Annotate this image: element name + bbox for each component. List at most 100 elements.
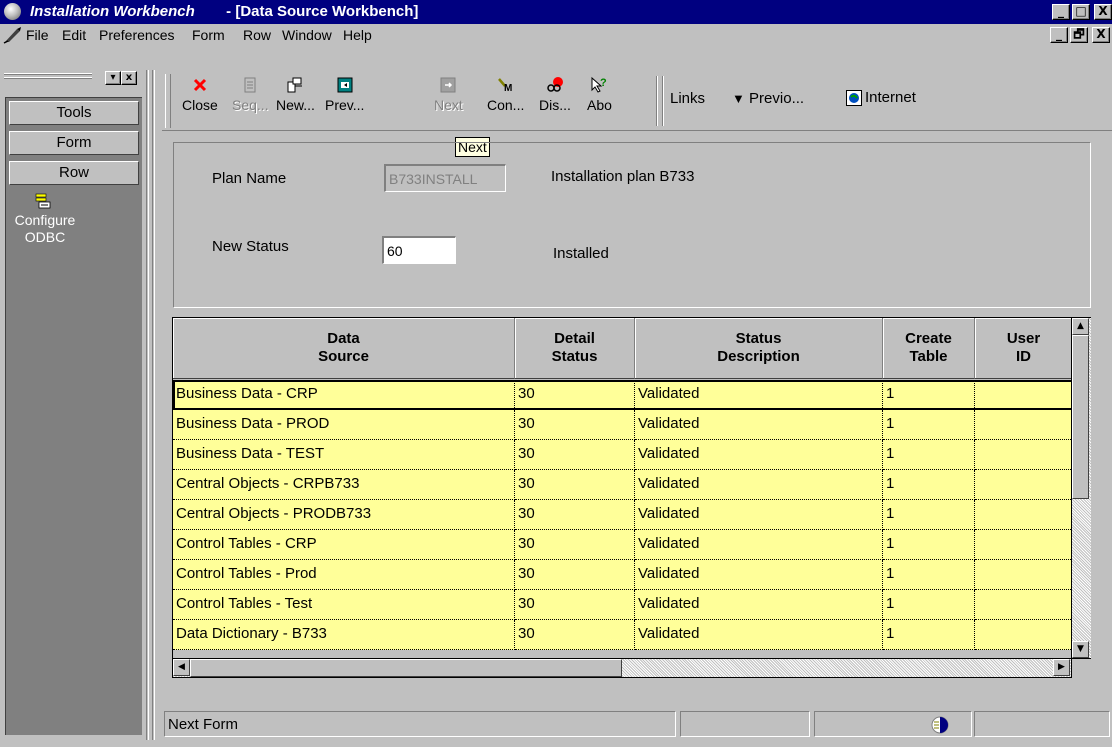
cell-create-table[interactable]: 1 — [883, 620, 975, 650]
minimize-button[interactable]: _ — [1052, 4, 1070, 20]
mdi-minimize-button[interactable]: _ — [1050, 27, 1068, 43]
cell-user-id[interactable] — [975, 440, 1071, 470]
pane-grip[interactable] — [4, 73, 92, 75]
cell-data-source[interactable]: Central Objects - CRPB733 — [173, 470, 515, 500]
scroll-up-arrow-icon[interactable]: ▲ — [1072, 318, 1089, 335]
mdi-restore-button[interactable]: 🗗 — [1070, 27, 1088, 43]
cell-status-description[interactable]: Validated — [635, 620, 883, 650]
configure-button[interactable]: M Con... — [487, 76, 524, 113]
about-button[interactable]: ? Abo — [587, 76, 612, 113]
cell-detail-status[interactable]: 30 — [515, 470, 635, 500]
cell-status-description[interactable]: Validated — [635, 530, 883, 560]
table-row[interactable]: Control Tables - Test 30 Validated 1 — [173, 590, 1071, 620]
column-header-detail-status[interactable]: Detail Status — [515, 318, 635, 379]
cell-create-table[interactable]: 1 — [883, 440, 975, 470]
cell-data-source[interactable]: Control Tables - CRP — [173, 530, 515, 560]
column-header-status-description[interactable]: Status Description — [635, 318, 883, 379]
cell-user-id[interactable] — [975, 620, 1071, 650]
cell-create-table[interactable]: 1 — [883, 530, 975, 560]
links-button[interactable]: Links — [670, 90, 705, 107]
next-button[interactable]: Next — [434, 76, 463, 113]
cell-create-table[interactable]: 1 — [883, 560, 975, 590]
menu-window[interactable]: Window — [282, 27, 332, 43]
horizontal-scroll-thumb[interactable] — [190, 659, 622, 677]
app-icon[interactable] — [4, 3, 21, 20]
sequence-button[interactable]: Seq... — [232, 76, 269, 113]
plan-name-field[interactable]: B733INSTALL — [384, 164, 506, 192]
cell-user-id[interactable] — [975, 560, 1071, 590]
cell-user-id[interactable] — [975, 500, 1071, 530]
toolbar-grip[interactable] — [165, 74, 171, 128]
cell-detail-status[interactable]: 30 — [515, 440, 635, 470]
vertical-scrollbar[interactable]: ▲ ▼ — [1072, 317, 1091, 659]
menu-help[interactable]: Help — [343, 27, 372, 43]
maximize-button[interactable]: □ — [1072, 4, 1090, 20]
cell-data-source[interactable]: Data Dictionary - B733 — [173, 620, 515, 650]
cell-data-source[interactable]: Control Tables - Test — [173, 590, 515, 620]
cell-create-table[interactable]: 1 — [883, 380, 975, 410]
cell-user-id[interactable] — [975, 470, 1071, 500]
scroll-right-arrow-icon[interactable]: ▶ — [1053, 659, 1070, 676]
cell-status-description[interactable]: Validated — [635, 410, 883, 440]
column-header-data-source[interactable]: Data Source — [173, 318, 515, 379]
display-button[interactable]: Dis... — [539, 76, 571, 113]
table-row[interactable]: Data Dictionary - B733 30 Validated 1 — [173, 620, 1071, 650]
table-row[interactable]: Business Data - TEST 30 Validated 1 — [173, 440, 1071, 470]
close-button[interactable]: Close — [182, 76, 218, 113]
new-button[interactable]: New... — [276, 76, 315, 113]
cell-user-id[interactable] — [975, 410, 1071, 440]
cell-detail-status[interactable]: 30 — [515, 620, 635, 650]
cell-data-source[interactable]: Business Data - TEST — [173, 440, 515, 470]
row-button[interactable]: Row — [9, 161, 139, 185]
cell-detail-status[interactable]: 30 — [515, 590, 635, 620]
table-row[interactable]: Control Tables - Prod 30 Validated 1 — [173, 560, 1071, 590]
vertical-scroll-thumb[interactable] — [1072, 335, 1089, 499]
cell-user-id[interactable] — [975, 380, 1071, 410]
menu-file[interactable]: File — [26, 27, 49, 43]
cell-data-source[interactable]: Business Data - CRP — [173, 380, 515, 410]
cell-data-source[interactable]: Control Tables - Prod — [173, 560, 515, 590]
close-window-button[interactable]: X — [1094, 4, 1112, 20]
menu-preferences[interactable]: Preferences — [99, 27, 174, 43]
scroll-left-arrow-icon[interactable]: ◀ — [173, 659, 190, 676]
table-row[interactable]: Business Data - CRP 30 Validated 1 — [173, 380, 1071, 410]
table-row[interactable]: Control Tables - CRP 30 Validated 1 — [173, 530, 1071, 560]
mdi-close-button[interactable]: X — [1092, 27, 1110, 43]
configure-odbc-item[interactable]: Configure ODBC — [10, 193, 80, 273]
cell-detail-status[interactable]: 30 — [515, 410, 635, 440]
internet-button[interactable]: Internet — [846, 89, 916, 106]
pane-splitter[interactable] — [146, 70, 149, 740]
cell-status-description[interactable]: Validated — [635, 380, 883, 410]
cell-status-description[interactable]: Validated — [635, 470, 883, 500]
horizontal-scrollbar[interactable]: ◀ ▶ — [172, 659, 1072, 678]
cell-data-source[interactable]: Business Data - PROD — [173, 410, 515, 440]
previous-menu-button[interactable]: ▼ Previo... — [732, 90, 804, 107]
menu-form[interactable]: Form — [192, 27, 225, 43]
menu-row[interactable]: Row — [243, 27, 271, 43]
new-status-field[interactable]: 60 — [382, 236, 456, 264]
cell-status-description[interactable]: Validated — [635, 560, 883, 590]
cell-create-table[interactable]: 1 — [883, 590, 975, 620]
cell-create-table[interactable]: 1 — [883, 500, 975, 530]
cell-detail-status[interactable]: 30 — [515, 530, 635, 560]
cell-user-id[interactable] — [975, 530, 1071, 560]
cell-detail-status[interactable]: 30 — [515, 560, 635, 590]
tools-button[interactable]: Tools — [9, 101, 139, 125]
table-row[interactable]: Central Objects - PRODB733 30 Validated … — [173, 500, 1071, 530]
menu-edit[interactable]: Edit — [62, 27, 86, 43]
pane-minimize-button[interactable]: ▾ — [105, 71, 121, 85]
cell-status-description[interactable]: Validated — [635, 500, 883, 530]
cell-create-table[interactable]: 1 — [883, 410, 975, 440]
pane-close-button[interactable]: x — [121, 71, 137, 85]
document-quill-icon[interactable] — [3, 26, 23, 44]
cell-status-description[interactable]: Validated — [635, 440, 883, 470]
table-row[interactable]: Business Data - PROD 30 Validated 1 — [173, 410, 1071, 440]
cell-detail-status[interactable]: 30 — [515, 500, 635, 530]
scroll-down-arrow-icon[interactable]: ▼ — [1072, 641, 1089, 658]
column-header-user-id[interactable]: User ID — [975, 318, 1071, 379]
column-header-create-table[interactable]: Create Table — [883, 318, 975, 379]
form-button[interactable]: Form — [9, 131, 139, 155]
cell-status-description[interactable]: Validated — [635, 590, 883, 620]
cell-create-table[interactable]: 1 — [883, 470, 975, 500]
cell-data-source[interactable]: Central Objects - PRODB733 — [173, 500, 515, 530]
